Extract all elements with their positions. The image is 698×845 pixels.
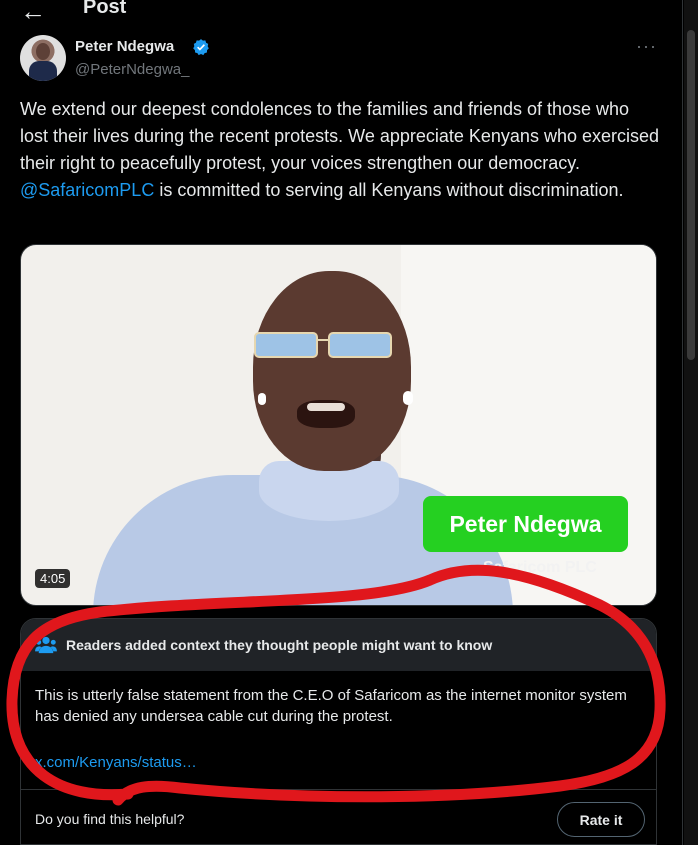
community-note-body: This is utterly false statement from the… <box>35 687 627 725</box>
video-duration: 4:05 <box>35 569 71 588</box>
page-title: Post <box>83 0 127 18</box>
arrow-left-icon[interactable]: ← <box>20 0 46 27</box>
video-frame-person <box>253 271 411 471</box>
post-text: We extend our deepest condolences to the… <box>20 96 660 204</box>
post-text-part: is committed to serving all Kenyans with… <box>154 180 624 200</box>
author-name[interactable]: Peter Ndegwa <box>75 38 174 55</box>
community-note: Readers added context they thought peopl… <box>20 618 657 845</box>
divider <box>21 789 656 790</box>
people-icon <box>35 636 57 654</box>
helpful-question: Do you find this helpful? <box>35 811 185 827</box>
rate-it-button[interactable]: Rate it <box>557 802 645 837</box>
scrollbar-thumb[interactable] <box>687 30 695 360</box>
video-org-label: Safaricom PLC <box>483 559 597 576</box>
avatar[interactable] <box>20 35 66 81</box>
video-name-badge: Peter Ndegwa <box>423 496 628 552</box>
community-note-header: Readers added context they thought peopl… <box>21 619 656 671</box>
post-text-part: We extend our deepest condolences to the… <box>20 99 659 173</box>
community-note-title: Readers added context they thought peopl… <box>66 637 493 653</box>
verified-badge-icon <box>193 39 209 56</box>
more-options-icon[interactable]: ··· <box>636 36 657 57</box>
mention-link[interactable]: @SafaricomPLC <box>20 180 154 200</box>
community-note-source-link[interactable]: x.com/Kenyans/status… <box>35 754 197 771</box>
glasses-graphic <box>254 332 392 358</box>
author-handle[interactable]: @PeterNdegwa_ <box>75 61 189 78</box>
video-player[interactable]: Peter Ndegwa Safaricom PLC 4:05 <box>20 244 657 606</box>
post-column: ← Post Peter Ndegwa @PeterNdegwa_ ··· We… <box>0 0 683 845</box>
